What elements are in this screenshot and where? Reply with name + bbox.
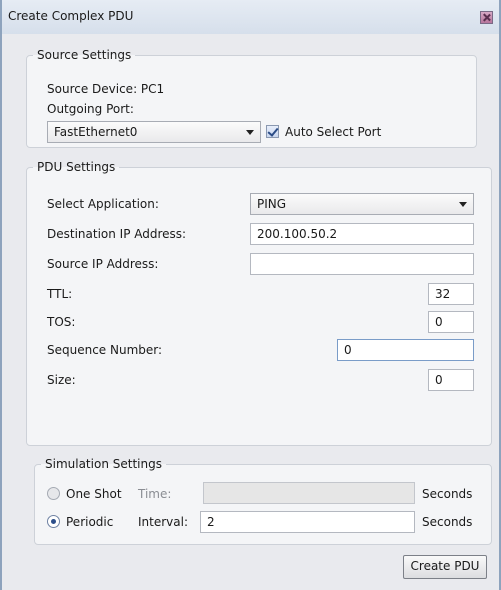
one-shot-label[interactable]: One Shot	[66, 487, 122, 501]
time-seconds-label: Seconds	[422, 487, 473, 501]
ttl-input[interactable]: 32	[428, 283, 474, 305]
simulation-settings-legend: Simulation Settings	[45, 457, 162, 471]
interval-seconds-label: Seconds	[422, 515, 473, 529]
create-pdu-button[interactable]: Create PDU	[403, 555, 487, 579]
close-icon[interactable]	[480, 11, 493, 24]
pdu-settings-legend: PDU Settings	[37, 160, 116, 174]
source-device-label: Source Device: PC1	[47, 82, 165, 96]
destination-ip-label: Destination IP Address:	[47, 227, 187, 241]
periodic-radio[interactable]	[47, 515, 60, 528]
size-input[interactable]: 0	[428, 369, 474, 391]
create-complex-pdu-dialog: Create Complex PDU Source Settings Sourc…	[0, 0, 501, 590]
application-select[interactable]: PING	[250, 193, 474, 215]
window-title: Create Complex PDU	[8, 9, 134, 23]
size-label: Size:	[47, 373, 76, 387]
application-value: PING	[257, 197, 287, 211]
tos-label: TOS:	[47, 315, 76, 329]
chevron-down-icon	[459, 202, 467, 207]
interval-input[interactable]: 2	[200, 511, 415, 533]
outgoing-port-label: Outgoing Port:	[47, 102, 134, 116]
sequence-number-label: Sequence Number:	[47, 343, 163, 357]
outgoing-port-value: FastEthernet0	[54, 125, 138, 139]
auto-select-port-checkbox[interactable]	[266, 125, 279, 138]
time-label: Time:	[138, 487, 172, 501]
source-ip-label: Source IP Address:	[47, 257, 159, 271]
periodic-label[interactable]: Periodic	[66, 515, 113, 529]
tos-input[interactable]: 0	[428, 311, 474, 333]
source-ip-input[interactable]	[250, 253, 474, 275]
destination-ip-input[interactable]: 200.100.50.2	[250, 223, 474, 245]
interval-label: Interval:	[138, 515, 188, 529]
source-settings-legend: Source Settings	[37, 48, 132, 62]
sequence-number-input[interactable]: 0	[337, 339, 474, 361]
auto-select-port-label[interactable]: Auto Select Port	[285, 125, 381, 139]
time-input[interactable]	[203, 482, 415, 504]
one-shot-radio[interactable]	[47, 487, 60, 500]
chevron-down-icon	[246, 130, 254, 135]
ttl-label: TTL:	[47, 287, 73, 301]
select-application-label: Select Application:	[47, 197, 159, 211]
outgoing-port-select[interactable]: FastEthernet0	[47, 121, 261, 143]
title-bar: Create Complex PDU	[2, 0, 499, 34]
